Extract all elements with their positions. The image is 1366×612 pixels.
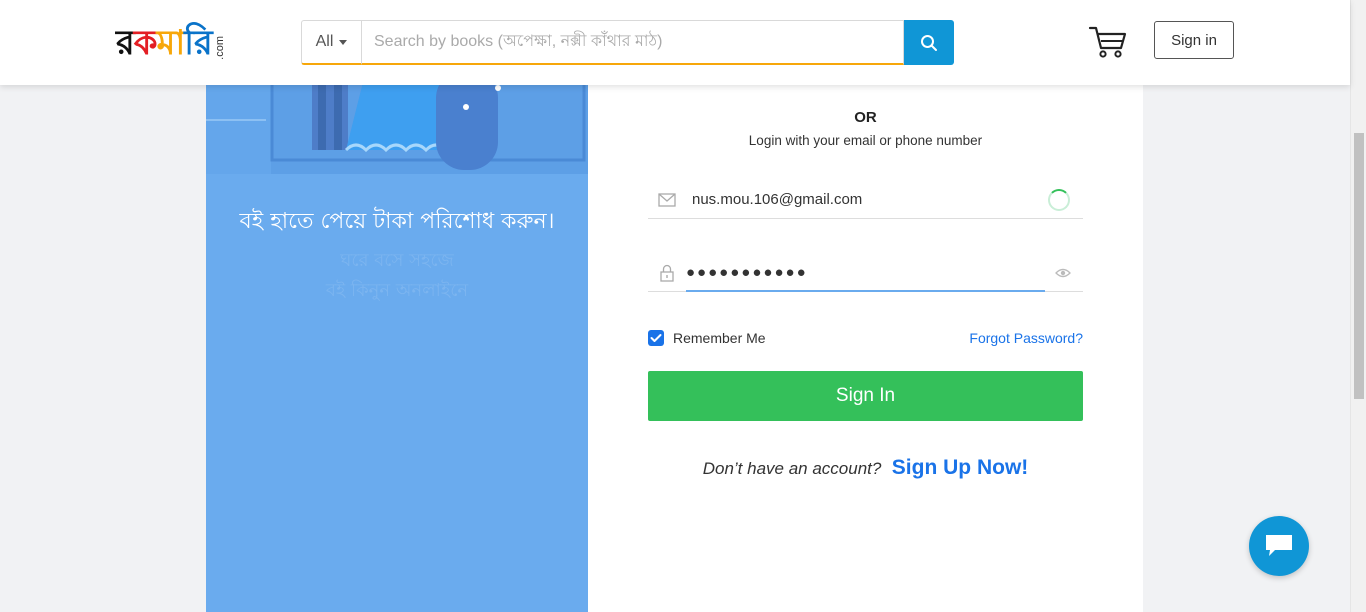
chat-bubble-icon <box>1266 535 1292 556</box>
header-signin-button[interactable]: Sign in <box>1154 21 1234 59</box>
category-dropdown[interactable]: All <box>301 20 361 65</box>
cart-icon <box>1088 26 1127 58</box>
site-header: রকমারি .com All Sign in <box>0 0 1350 85</box>
no-account-text: Don’t have an account? <box>702 459 882 478</box>
site-logo[interactable]: রকমারি .com <box>116 22 226 62</box>
password-input[interactable] <box>686 254 1045 290</box>
promo-panel: বই হাতে পেয়ে টাকা পরিশোধ করুন। ঘরে বসে … <box>206 0 588 612</box>
logo-part-3: মা <box>156 23 186 63</box>
sign-in-button[interactable]: Sign In <box>648 371 1083 421</box>
login-form-panel: OR Login with your email or phone number <box>588 0 1143 612</box>
promo-tagline: বই হাতে পেয়ে টাকা পরিশোধ করুন। <box>239 209 555 234</box>
promo-faded-line-1: ঘরে বসে সহজে <box>340 250 454 271</box>
lock-icon <box>648 264 686 282</box>
search-button[interactable] <box>904 20 954 65</box>
signup-prompt: Don’t have an account? Sign Up Now! <box>588 456 1143 480</box>
password-field-wrapper <box>648 254 1083 292</box>
search-input[interactable] <box>361 20 904 65</box>
page-scrollbar[interactable] <box>1350 0 1366 612</box>
sign-up-link[interactable]: Sign Up Now! <box>892 456 1028 479</box>
eye-icon[interactable] <box>1055 266 1071 284</box>
cart-button[interactable] <box>1088 24 1128 60</box>
category-label: All <box>315 33 334 50</box>
search-bar: All <box>301 20 954 65</box>
or-divider: OR <box>854 109 877 126</box>
email-input[interactable] <box>686 181 1046 218</box>
logo-suffix: .com <box>213 36 226 60</box>
forgot-password-link[interactable]: Forgot Password? <box>969 330 1083 346</box>
logo-text: রকমারি <box>116 23 213 63</box>
promo-faded-line-2: বই কিনুন অনলাইনে <box>325 280 469 301</box>
loading-spinner-icon <box>1048 189 1070 211</box>
envelope-icon <box>648 192 686 207</box>
chat-widget-button[interactable] <box>1249 516 1309 576</box>
promo-faded-text: ঘরে বসে সহজে বই কিনুন অনলাইনে <box>206 246 588 306</box>
search-icon <box>921 34 937 51</box>
logo-part-1: র <box>116 23 135 63</box>
scrollbar-thumb[interactable] <box>1354 133 1364 399</box>
logo-part-4: রি <box>184 23 212 63</box>
remember-me-checkbox[interactable]: Remember Me <box>648 330 766 346</box>
caret-down-icon <box>339 39 348 45</box>
password-input-underline <box>686 254 1045 292</box>
email-field-wrapper <box>648 181 1083 219</box>
checkbox-checked-icon <box>648 330 664 346</box>
logo-part-2: ক <box>133 23 158 63</box>
remember-me-label: Remember Me <box>673 330 766 346</box>
login-subtitle: Login with your email or phone number <box>748 133 983 148</box>
